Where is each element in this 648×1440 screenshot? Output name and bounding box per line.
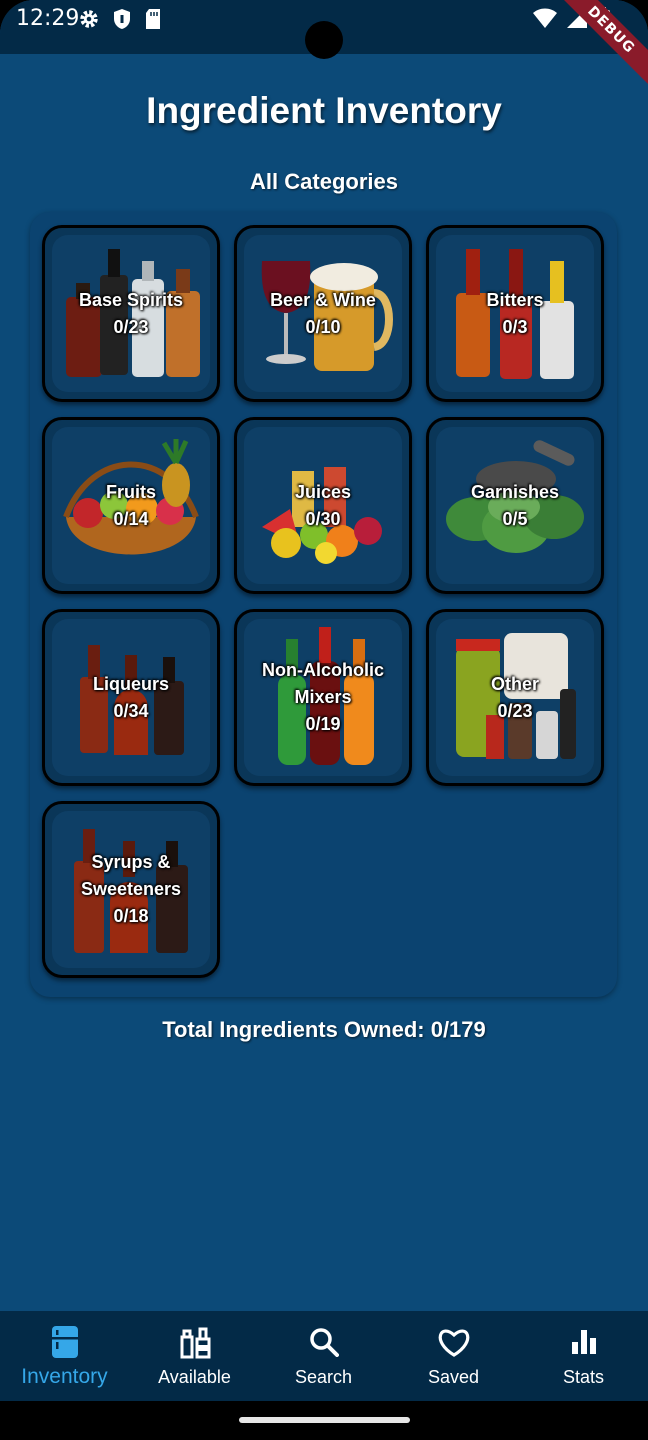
category-count: 0/10 bbox=[305, 316, 341, 337]
bar-chart-icon bbox=[570, 1325, 598, 1359]
home-gesture-bar[interactable] bbox=[239, 1417, 410, 1423]
search-icon bbox=[309, 1325, 339, 1359]
category-name: Beer & Wine bbox=[270, 289, 376, 310]
category-name: Syrups & Sweeteners bbox=[80, 852, 182, 899]
nav-saved[interactable]: Saved bbox=[389, 1311, 518, 1401]
category-count: 0/23 bbox=[113, 316, 149, 337]
page-title: Ingredient Inventory bbox=[146, 90, 502, 131]
gear-icon bbox=[78, 8, 100, 35]
category-count: 0/30 bbox=[305, 508, 341, 529]
category-count: 0/23 bbox=[497, 700, 533, 721]
category-tile-syrups-sweeteners[interactable]: Syrups & Sweeteners 0/18 bbox=[42, 801, 220, 978]
category-count: 0/18 bbox=[113, 906, 149, 926]
nav-label: Search bbox=[294, 1367, 353, 1387]
category-name: Garnishes bbox=[470, 481, 560, 502]
nav-label: Available bbox=[158, 1367, 231, 1387]
category-count: 0/14 bbox=[113, 508, 149, 529]
category-name: Liqueurs bbox=[92, 673, 169, 694]
category-tile-base-spirits[interactable]: Base Spirits 0/23 bbox=[42, 225, 220, 402]
nav-label: Saved bbox=[427, 1367, 480, 1387]
category-tile-garnishes[interactable]: Garnishes 0/5 bbox=[426, 417, 604, 594]
bottles-icon bbox=[178, 1325, 212, 1359]
nav-inventory[interactable]: Inventory bbox=[0, 1311, 129, 1401]
category-tile-bitters[interactable]: Bitters 0/3 bbox=[426, 225, 604, 402]
nav-stats[interactable]: Stats bbox=[519, 1311, 648, 1401]
category-tile-fruits[interactable]: Fruits 0/14 bbox=[42, 417, 220, 594]
camera-cutout bbox=[305, 21, 343, 59]
category-count: 0/19 bbox=[305, 714, 341, 734]
section-title: All Categories bbox=[250, 169, 398, 194]
category-grid: Base Spirits 0/23 Beer & Wine 0/10 Bitte… bbox=[30, 212, 617, 997]
nav-available[interactable]: Available bbox=[130, 1311, 259, 1401]
wifi-icon bbox=[532, 7, 558, 36]
category-tile-liqueurs[interactable]: Liqueurs 0/34 bbox=[42, 609, 220, 786]
category-name: Non-Alcoholic Mixers bbox=[262, 660, 384, 707]
sd-card-icon bbox=[144, 8, 162, 35]
fridge-icon bbox=[51, 1325, 79, 1359]
nav-label: Inventory bbox=[21, 1365, 108, 1388]
gesture-area bbox=[0, 1401, 648, 1440]
category-name: Other bbox=[490, 673, 539, 694]
category-count: 0/5 bbox=[502, 508, 528, 529]
shield-icon bbox=[112, 8, 132, 35]
category-name: Fruits bbox=[105, 481, 156, 502]
category-tile-other[interactable]: Other 0/23 bbox=[426, 609, 604, 786]
status-time: 12:29 bbox=[16, 6, 80, 31]
category-name: Bitters bbox=[486, 289, 544, 310]
category-tile-non-alcoholic-mixers[interactable]: Non-Alcoholic Mixers 0/19 bbox=[234, 609, 412, 786]
bottom-navigation: Inventory Available Search Saved Stats bbox=[0, 1311, 648, 1401]
heart-icon bbox=[437, 1325, 471, 1359]
category-name: Juices bbox=[294, 481, 352, 502]
category-name: Base Spirits bbox=[78, 289, 184, 310]
app-screen: 12:29 DEBUG Ingredient Inventory All Cat… bbox=[0, 0, 648, 1440]
nav-label: Stats bbox=[562, 1367, 605, 1387]
category-count: 0/34 bbox=[113, 700, 149, 721]
category-tile-juices[interactable]: Juices 0/30 bbox=[234, 417, 412, 594]
category-tile-beer-wine[interactable]: Beer & Wine 0/10 bbox=[234, 225, 412, 402]
status-bar: 12:29 DEBUG bbox=[0, 0, 648, 92]
nav-search[interactable]: Search bbox=[259, 1311, 388, 1401]
category-count: 0/3 bbox=[502, 316, 528, 337]
total-owned-label: Total Ingredients Owned: 0/179 bbox=[162, 1017, 486, 1042]
